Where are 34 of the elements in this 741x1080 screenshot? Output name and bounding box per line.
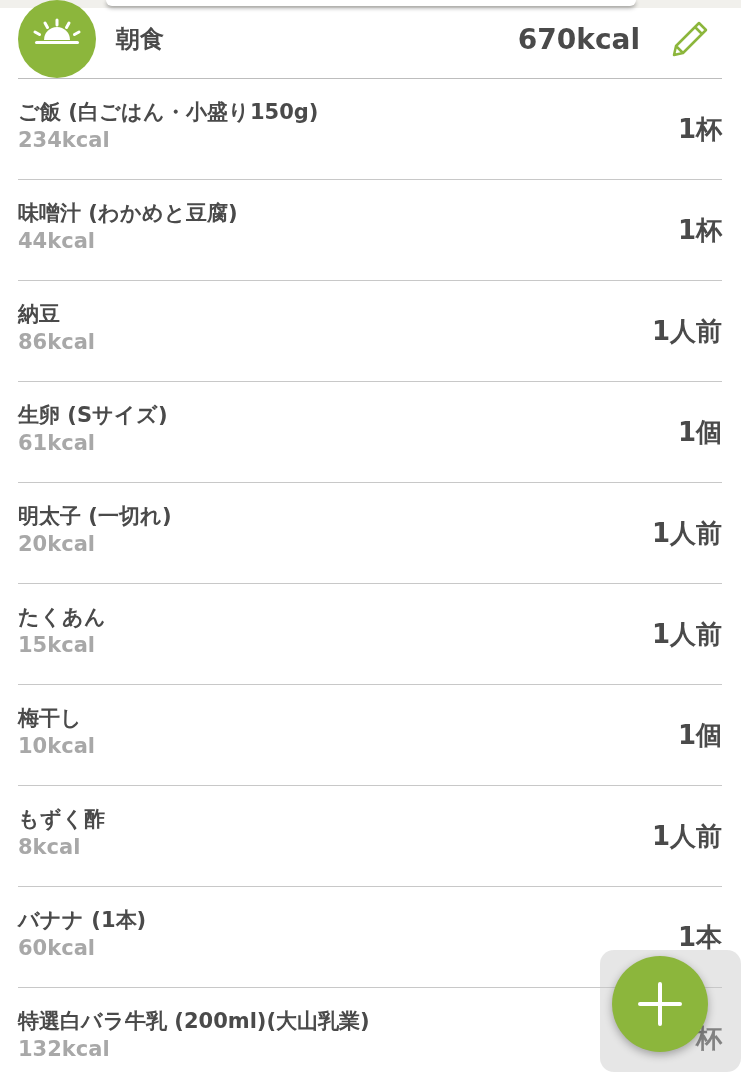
meal-title: 朝食 <box>116 24 165 55</box>
food-calories: 61kcal <box>18 431 96 455</box>
food-name: 梅干し <box>18 705 83 732</box>
food-portion: 1人前 <box>651 819 722 853</box>
total-calories: 670kcal <box>517 22 640 56</box>
food-portion: 1個 <box>677 415 722 449</box>
food-portion: 1杯 <box>677 213 722 247</box>
food-name: 味噌汁 (わかめと豆腐) <box>18 200 239 227</box>
food-name: ご飯 (白ごはん・小盛り150g) <box>18 99 320 126</box>
food-calories: 15kcal <box>18 633 96 657</box>
food-name: たくあん <box>18 604 107 631</box>
food-portion: 1人前 <box>651 314 722 348</box>
food-portion: 1本 <box>677 920 722 954</box>
food-calories: 132kcal <box>18 1037 111 1061</box>
food-calories: 60kcal <box>18 936 96 960</box>
food-calories: 86kcal <box>18 330 96 354</box>
food-calories: 234kcal <box>18 128 111 152</box>
plus-icon <box>636 980 684 1028</box>
food-calories: 44kcal <box>18 229 96 253</box>
food-name: 明太子 (一切れ) <box>18 503 173 530</box>
food-calories: 10kcal <box>18 734 96 758</box>
food-portion: 1杯 <box>677 112 722 146</box>
food-name: もずく酢 <box>18 806 106 833</box>
food-portion: 杯 <box>696 1021 722 1055</box>
food-portion: 1人前 <box>651 516 722 550</box>
food-name: 特選白バラ牛乳 (200ml)(大山乳業) <box>18 1008 371 1035</box>
food-calories: 8kcal <box>18 835 82 859</box>
edit-icon[interactable] <box>670 19 710 59</box>
food-calories: 20kcal <box>18 532 96 556</box>
food-portion: 1人前 <box>651 617 722 651</box>
food-portion: 1個 <box>677 718 722 752</box>
food-name: 納豆 <box>18 301 61 328</box>
food-name: バナナ (1本) <box>18 907 148 934</box>
food-name: 生卵 (Sサイズ) <box>18 402 169 429</box>
